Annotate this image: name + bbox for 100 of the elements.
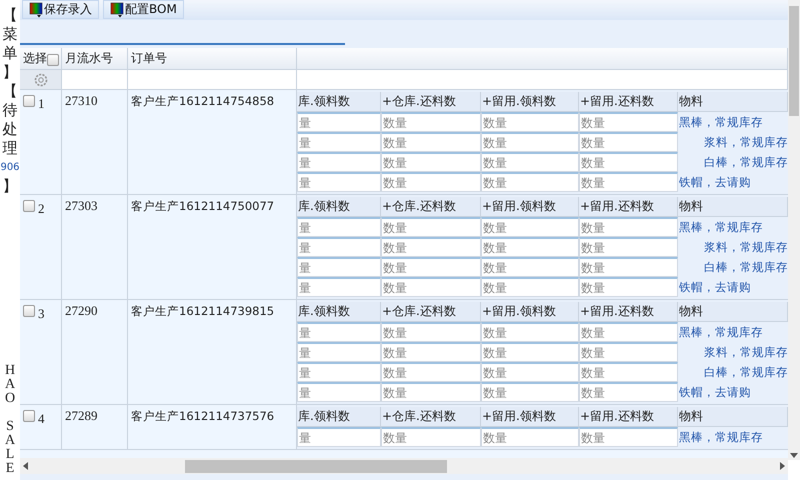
table-cell: 1 <box>20 90 62 195</box>
quantity-input[interactable]: 量 <box>297 342 381 362</box>
quantity-input[interactable]: 量 <box>297 427 381 447</box>
quantity-input[interactable]: 数量 <box>381 112 481 132</box>
table-cell: 客户生产1612114754858 <box>128 90 297 195</box>
quantity-input[interactable]: 数量 <box>579 257 678 277</box>
material-link[interactable]: 白棒，常规库存 <box>678 152 788 172</box>
table-cell: 27290 <box>62 300 128 405</box>
quantity-input[interactable]: 数量 <box>381 342 481 362</box>
material-link[interactable]: 铁帽，去请购 <box>678 172 788 192</box>
quantity-input[interactable]: 数量 <box>381 152 481 172</box>
row-checkbox[interactable] <box>23 95 35 107</box>
quantity-input[interactable]: 数量 <box>579 132 678 152</box>
quantity-input[interactable]: 量 <box>297 172 381 192</box>
filter-field[interactable] <box>128 70 297 90</box>
material-link[interactable]: 黑棒，常规库存 <box>678 322 788 342</box>
material-link[interactable]: 浆料，常规库存 <box>678 237 788 257</box>
column-header: +留用.还料数 <box>579 197 678 217</box>
quantity-input[interactable]: 量 <box>297 322 381 342</box>
vertical-scrollbar[interactable] <box>788 0 800 460</box>
settings-icon[interactable] <box>32 72 48 88</box>
material-link[interactable]: 白棒，常规库存 <box>678 257 788 277</box>
row-checkbox[interactable] <box>23 200 35 212</box>
quantity-input[interactable]: 数量 <box>481 277 579 297</box>
material-link[interactable]: 浆料，常规库存 <box>678 132 788 152</box>
column-header: +仓库.还料数 <box>381 407 481 427</box>
quantity-input[interactable]: 量 <box>297 112 381 132</box>
quantity-input[interactable]: 数量 <box>381 322 481 342</box>
quantity-input[interactable]: 数量 <box>481 362 579 382</box>
quantity-input[interactable]: 量 <box>297 152 381 172</box>
down-arrow-icon[interactable] <box>789 450 799 460</box>
quantity-input[interactable]: 数量 <box>381 257 481 277</box>
toolbar-button[interactable]: 配置BOM <box>103 0 184 19</box>
quantity-input[interactable]: 量 <box>297 217 381 237</box>
quantity-input[interactable]: 量 <box>297 277 381 297</box>
quantity-input[interactable]: 数量 <box>381 382 481 402</box>
quantity-input[interactable]: 数量 <box>481 152 579 172</box>
quantity-input[interactable]: 数量 <box>481 237 579 257</box>
quantity-input[interactable]: 数量 <box>481 342 579 362</box>
table-cell: 27303 <box>62 195 128 300</box>
sidebar-label: HAO SALE <box>4 364 16 476</box>
quantity-input[interactable]: 数量 <box>481 257 579 277</box>
quantity-input[interactable]: 数量 <box>579 277 678 297</box>
quantity-input[interactable]: 量 <box>297 132 381 152</box>
quantity-input[interactable]: 数量 <box>579 342 678 362</box>
quantity-input[interactable]: 数量 <box>579 322 678 342</box>
quantity-input[interactable]: 数量 <box>579 362 678 382</box>
quantity-input[interactable]: 数量 <box>481 382 579 402</box>
color-palette-icon <box>110 2 124 18</box>
quantity-input[interactable]: 数量 <box>579 172 678 192</box>
sidebar-link[interactable]: 906 <box>0 158 20 177</box>
scrollbar-thumb[interactable] <box>789 6 799 116</box>
quantity-input[interactable]: 数量 <box>579 112 678 132</box>
table-cell: 客户生产1612114737576 <box>128 405 297 450</box>
quantity-input[interactable]: 数量 <box>381 362 481 382</box>
quantity-input[interactable]: 数量 <box>481 132 579 152</box>
material-link[interactable]: 铁帽，去请购 <box>678 277 788 297</box>
filter-field[interactable] <box>297 70 788 90</box>
quantity-input[interactable]: 数量 <box>381 277 481 297</box>
quantity-input[interactable]: 数量 <box>381 237 481 257</box>
quantity-input[interactable]: 数量 <box>481 322 579 342</box>
material-link[interactable]: 白棒，常规库存 <box>678 362 788 382</box>
column-header: +留用.领料数 <box>481 92 579 112</box>
quantity-input[interactable]: 数量 <box>381 132 481 152</box>
material-link[interactable]: 黑棒，常规库存 <box>678 112 788 132</box>
quantity-input[interactable]: 数量 <box>579 217 678 237</box>
sidebar-label: 】 <box>2 177 18 196</box>
column-header: +留用.领料数 <box>481 407 579 427</box>
quantity-input[interactable]: 量 <box>297 382 381 402</box>
quantity-input[interactable]: 量 <box>297 237 381 257</box>
sidebar-label: 【菜单】 <box>2 6 18 82</box>
quantity-input[interactable]: 数量 <box>381 427 481 447</box>
quantity-input[interactable]: 量 <box>297 362 381 382</box>
scrollbar-thumb[interactable] <box>185 460 447 472</box>
sidebar-label: 【待处理 <box>2 82 18 158</box>
quantity-input[interactable]: 数量 <box>481 112 579 132</box>
filter-field[interactable] <box>62 70 128 90</box>
quantity-input[interactable]: 数量 <box>579 152 678 172</box>
quantity-input[interactable]: 数量 <box>481 217 579 237</box>
material-link[interactable]: 黑棒，常规库存 <box>678 217 788 237</box>
row-checkbox[interactable] <box>23 410 35 422</box>
quantity-input[interactable]: 量 <box>297 257 381 277</box>
select-all-checkbox[interactable] <box>47 54 59 66</box>
quantity-input[interactable]: 数量 <box>381 217 481 237</box>
toolbar-button[interactable]: 保存录入 <box>22 0 99 19</box>
quantity-input[interactable]: 数量 <box>579 427 678 447</box>
table-cell: 27310 <box>62 90 128 195</box>
quantity-input[interactable]: 数量 <box>381 172 481 192</box>
column-header: 订单号 <box>128 48 297 70</box>
table-cell: 客户生产1612114739815 <box>128 300 297 405</box>
material-link[interactable]: 浆料，常规库存 <box>678 342 788 362</box>
horizontal-scrollbar[interactable] <box>20 458 788 474</box>
quantity-input[interactable]: 数量 <box>579 237 678 257</box>
quantity-input[interactable]: 数量 <box>579 382 678 402</box>
quantity-input[interactable]: 数量 <box>481 172 579 192</box>
material-link[interactable]: 黑棒，常规库存 <box>678 427 788 447</box>
material-link[interactable]: 铁帽，去请购 <box>678 382 788 402</box>
quantity-input[interactable]: 数量 <box>481 427 579 447</box>
row-checkbox[interactable] <box>23 305 35 317</box>
column-header: +留用.还料数 <box>579 302 678 322</box>
